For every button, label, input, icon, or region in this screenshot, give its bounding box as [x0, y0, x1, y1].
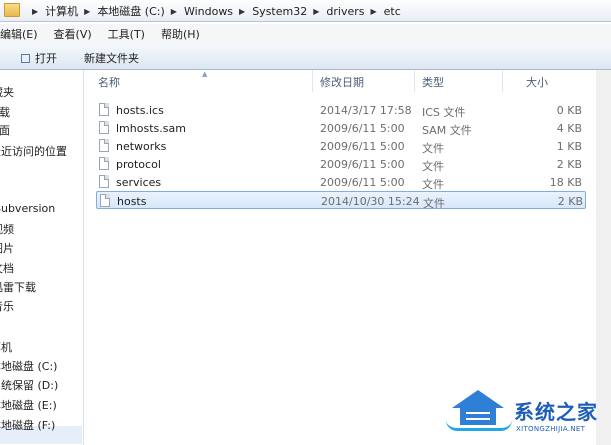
file-date: 2014/10/30 15:24: [321, 195, 420, 208]
file-name: hosts: [117, 195, 147, 208]
column-type[interactable]: 类型: [422, 74, 444, 90]
chevron-right-icon[interactable]: ▶: [239, 7, 245, 16]
logo-swoosh: [446, 420, 512, 431]
file-type: SAM 文件: [422, 124, 472, 137]
file-size: 2 KB: [557, 195, 583, 208]
chevron-right-icon[interactable]: ▶: [32, 7, 38, 16]
address-bar[interactable]: ▶ 计算机 ▶ 本地磁盘 (C:) ▶ Windows ▶ System32 ▶…: [0, 0, 611, 22]
nav-item-favorites[interactable]: 藏夹: [0, 84, 14, 100]
breadcrumb-computer[interactable]: 计算机: [45, 3, 78, 19]
file-name: lmhosts.sam: [116, 122, 186, 135]
navigation-pane: 藏夹 载 面 最近访问的位置 Subversion 视频 图片 文档 迅雷下载 …: [0, 70, 84, 445]
file-type: 文件: [422, 160, 444, 173]
nav-item-videos[interactable]: 视频: [0, 221, 14, 237]
file-type: 文件: [423, 197, 445, 210]
file-icon: [99, 157, 109, 170]
menu-bar: 编辑(E) 查看(V) 工具(T) 帮助(H): [0, 24, 611, 44]
file-row[interactable]: lmhosts.sam 2009/6/11 5:00 SAM 文件 4 KB: [96, 119, 586, 137]
watermark-title: 系统之家: [514, 400, 598, 424]
sort-ascending-icon: ▲: [202, 70, 208, 78]
file-row-selected[interactable]: hosts 2014/10/30 15:24 文件 2 KB: [96, 191, 586, 210]
menu-view[interactable]: 查看(V): [54, 26, 92, 42]
new-folder-button[interactable]: 新建文件夹: [84, 50, 139, 66]
nav-item-system-reserved-d[interactable]: 系统保留 (D:): [0, 377, 58, 393]
file-row[interactable]: hosts.ics 2014/3/17 17:58 ICS 文件 0 KB: [96, 101, 586, 119]
breadcrumb-etc[interactable]: etc: [384, 5, 401, 18]
file-size: 0 KB: [556, 104, 582, 117]
file-row[interactable]: networks 2009/6/11 5:00 文件 1 KB: [96, 137, 586, 155]
breadcrumb-local-disk-c[interactable]: 本地磁盘 (C:): [97, 3, 164, 19]
file-icon: [99, 175, 109, 188]
file-name: services: [116, 176, 162, 189]
open-icon: [21, 53, 30, 63]
file-row[interactable]: services 2009/6/11 5:00 文件 18 KB: [96, 173, 586, 191]
house-logo-icon: [452, 390, 504, 408]
new-folder-button-label: 新建文件夹: [84, 52, 139, 65]
file-type: 文件: [422, 178, 444, 191]
file-row[interactable]: protocol 2009/6/11 5:00 文件 2 KB: [96, 155, 586, 173]
breadcrumb: ▶ 计算机 ▶ 本地磁盘 (C:) ▶ Windows ▶ System32 ▶…: [26, 0, 401, 22]
file-date: 2009/6/11 5:00: [320, 140, 405, 153]
column-size[interactable]: 大小: [526, 74, 548, 90]
file-date: 2009/6/11 5:00: [320, 122, 405, 135]
chevron-right-icon[interactable]: ▶: [313, 7, 319, 16]
nav-item-xunlei-downloads[interactable]: 迅雷下载: [0, 279, 36, 295]
file-date: 2009/6/11 5:00: [320, 158, 405, 171]
open-button[interactable]: 打开: [21, 50, 57, 66]
column-divider[interactable]: [502, 70, 503, 92]
nav-item-desktop[interactable]: 面: [0, 122, 10, 138]
file-size: 2 KB: [556, 158, 582, 171]
file-name: protocol: [116, 158, 161, 171]
open-button-label: 打开: [35, 52, 57, 65]
nav-item-pictures[interactable]: 图片: [0, 240, 14, 256]
nav-item-recent-places[interactable]: 最近访问的位置: [0, 143, 67, 159]
file-size: 4 KB: [556, 122, 582, 135]
file-icon: [99, 139, 109, 152]
nav-item-computer[interactable]: 算机: [0, 339, 12, 355]
nav-item-subversion[interactable]: Subversion: [0, 202, 55, 215]
nav-item-local-disk-e[interactable]: 本地磁盘 (E:): [0, 397, 57, 413]
chevron-right-icon[interactable]: ▶: [370, 7, 376, 16]
nav-item-music[interactable]: 音乐: [0, 298, 14, 314]
menu-edit[interactable]: 编辑(E): [0, 26, 38, 42]
nav-item-documents[interactable]: 文档: [0, 260, 14, 276]
file-icon: [99, 103, 109, 116]
file-icon: [99, 121, 109, 134]
column-date[interactable]: 修改日期: [320, 74, 364, 90]
file-date: 2009/6/11 5:00: [320, 176, 405, 189]
watermark-url: XITONGZHIJIA.NET: [516, 425, 586, 433]
breadcrumb-system32[interactable]: System32: [252, 5, 307, 18]
file-date: 2014/3/17 17:58: [320, 104, 412, 117]
file-type: ICS 文件: [422, 106, 466, 119]
nav-item-local-disk-f[interactable]: 本地磁盘 (F:): [0, 417, 55, 433]
folder-icon: [4, 3, 20, 17]
breadcrumb-windows[interactable]: Windows: [184, 5, 233, 18]
chevron-right-icon[interactable]: ▶: [84, 7, 90, 16]
column-divider[interactable]: [312, 70, 313, 92]
column-name[interactable]: 名称: [98, 74, 120, 90]
nav-item-local-disk-c[interactable]: 本地磁盘 (C:): [0, 358, 57, 374]
breadcrumb-drivers[interactable]: drivers: [326, 5, 364, 18]
nav-item-downloads[interactable]: 载: [0, 104, 10, 120]
menu-tools[interactable]: 工具(T): [108, 26, 145, 42]
file-icon: [100, 194, 110, 207]
file-type: 文件: [422, 142, 444, 155]
toolbar: 打开 新建文件夹: [0, 44, 611, 70]
watermark-logo: 系统之家 XITONGZHIJIA.NET: [446, 386, 611, 442]
file-size: 1 KB: [556, 140, 582, 153]
menu-help[interactable]: 帮助(H): [161, 26, 200, 42]
column-header: ▲ 名称 修改日期 类型 大小: [84, 70, 611, 92]
column-divider[interactable]: [414, 70, 415, 92]
file-size: 18 KB: [549, 176, 582, 189]
file-name: hosts.ics: [116, 104, 164, 117]
file-name: networks: [116, 140, 167, 153]
chevron-right-icon[interactable]: ▶: [171, 7, 177, 16]
